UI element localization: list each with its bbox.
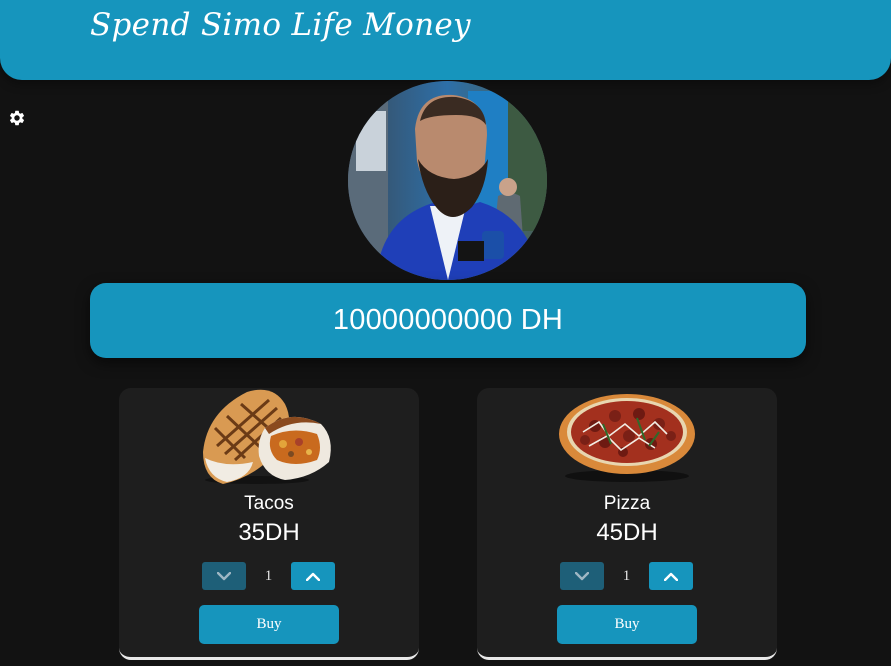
product-price: 35DH — [238, 519, 300, 546]
app-title: Spend Simo Life Money — [90, 7, 471, 43]
quantity-stepper: 1 — [560, 562, 694, 590]
increase-quantity-button[interactable] — [291, 562, 335, 590]
chevron-up-icon — [664, 572, 678, 581]
chevron-up-icon — [306, 572, 320, 581]
product-price: 45DH — [596, 519, 658, 546]
product-name: Tacos — [244, 493, 294, 514]
decrease-quantity-button[interactable] — [202, 562, 246, 590]
chevron-down-icon — [575, 571, 589, 580]
chevron-down-icon — [217, 571, 231, 580]
avatar — [348, 81, 547, 280]
product-card-pizza: Pizza 45DH 1 Buy — [477, 388, 777, 660]
tacos-image — [195, 388, 343, 484]
product-card-tacos: Tacos 35DH 1 Buy — [119, 388, 419, 660]
gear-icon[interactable] — [8, 109, 26, 127]
increase-quantity-button[interactable] — [649, 562, 693, 590]
pizza-image — [553, 388, 701, 484]
decrease-quantity-button[interactable] — [560, 562, 604, 590]
product-name: Pizza — [603, 493, 651, 514]
buy-button[interactable]: Buy — [199, 605, 339, 644]
quantity-value[interactable]: 1 — [604, 562, 649, 590]
quantity-value[interactable]: 1 — [246, 562, 291, 590]
app-root: Spend Simo Life Money 10000000000 DH Tac… — [0, 0, 891, 666]
balance-display: 10000000000 DH — [90, 283, 806, 358]
quantity-stepper: 1 — [202, 562, 336, 590]
buy-button[interactable]: Buy — [557, 605, 697, 644]
header-bar: Spend Simo Life Money — [0, 0, 891, 80]
